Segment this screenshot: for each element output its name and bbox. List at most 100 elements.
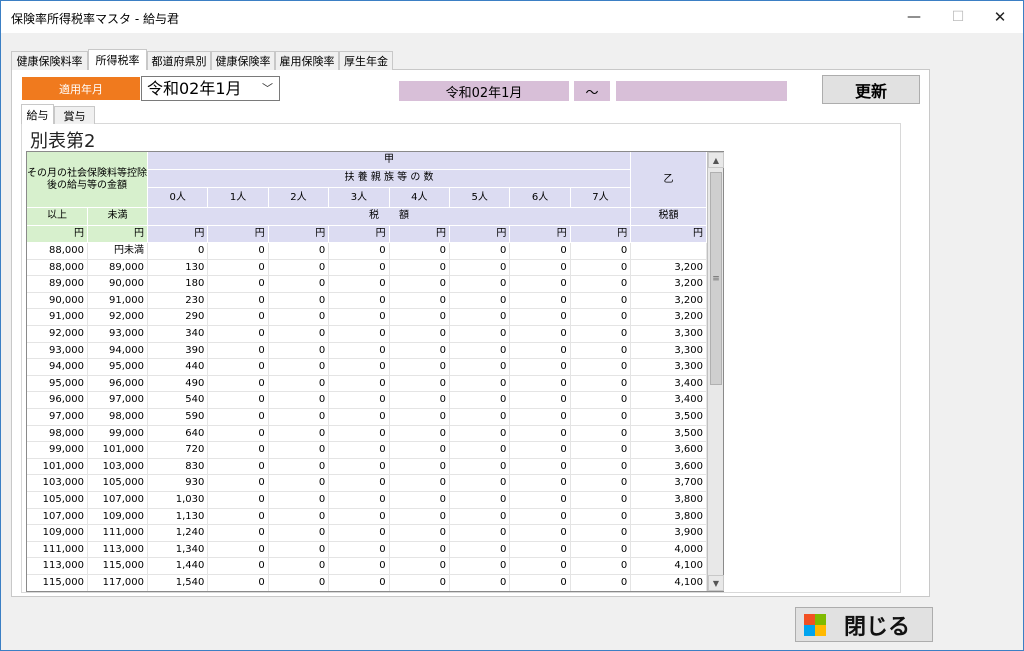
- table-cell[interactable]: 0: [570, 409, 632, 426]
- table-cell[interactable]: 0: [389, 276, 450, 293]
- table-cell[interactable]: 0: [450, 558, 511, 575]
- table-cell[interactable]: 95,000: [88, 359, 148, 376]
- table-cell[interactable]: 97,000: [88, 392, 148, 409]
- table-cell[interactable]: 0: [389, 475, 450, 492]
- table-cell[interactable]: 0: [570, 359, 632, 376]
- table-cell[interactable]: 4,100: [631, 575, 707, 591]
- table-cell[interactable]: 88,000: [27, 243, 88, 260]
- table-cell[interactable]: 90,000: [27, 292, 88, 310]
- table-cell[interactable]: 0: [329, 309, 390, 326]
- table-cell[interactable]: 0: [208, 508, 269, 526]
- table-cell[interactable]: 0: [570, 309, 632, 326]
- table-cell[interactable]: 0: [329, 541, 390, 559]
- table-cell[interactable]: 0: [208, 392, 269, 409]
- table-cell[interactable]: 0: [450, 458, 511, 476]
- table-cell[interactable]: 0: [208, 243, 269, 260]
- tab-kenko-hokenryoritsu[interactable]: 健康保険料率: [11, 51, 88, 70]
- table-cell[interactable]: 3,700: [631, 475, 707, 492]
- table-cell[interactable]: 0: [570, 442, 632, 459]
- table-cell[interactable]: 0: [389, 309, 450, 326]
- table-cell[interactable]: 0: [208, 276, 269, 293]
- table-cell[interactable]: 540: [148, 392, 209, 409]
- table-cell[interactable]: 92,000: [27, 326, 88, 343]
- table-cell[interactable]: 0: [570, 575, 632, 591]
- table-cell[interactable]: 0: [450, 359, 511, 376]
- table-cell[interactable]: 0: [570, 492, 632, 509]
- table-cell[interactable]: 109,000: [88, 508, 148, 526]
- table-cell[interactable]: 107,000: [27, 508, 88, 526]
- table-cell[interactable]: 0: [450, 243, 511, 260]
- table-cell[interactable]: 1,130: [148, 508, 209, 526]
- table-cell[interactable]: 3,600: [631, 458, 707, 476]
- table-cell[interactable]: 3,800: [631, 508, 707, 526]
- table-cell[interactable]: 0: [450, 409, 511, 426]
- table-cell[interactable]: 0: [450, 392, 511, 409]
- table-cell[interactable]: 0: [268, 375, 330, 393]
- table-cell[interactable]: 96,000: [27, 392, 88, 409]
- table-cell[interactable]: 0: [329, 392, 390, 409]
- table-cell[interactable]: 0: [450, 442, 511, 459]
- table-cell[interactable]: 0: [570, 475, 632, 492]
- table-cell[interactable]: 0: [329, 292, 390, 310]
- table-cell[interactable]: 0: [570, 425, 632, 443]
- table-cell[interactable]: 3,200: [631, 276, 707, 293]
- table-cell[interactable]: 3,300: [631, 326, 707, 343]
- table-cell[interactable]: 115,000: [27, 575, 88, 591]
- table-cell[interactable]: 0: [510, 276, 571, 293]
- table-cell[interactable]: 93,000: [27, 342, 88, 360]
- maximize-button[interactable]: ☐: [935, 1, 981, 33]
- table-cell[interactable]: 720: [148, 442, 209, 459]
- table-cell[interactable]: 105,000: [27, 492, 88, 509]
- table-cell[interactable]: 3,300: [631, 359, 707, 376]
- table-cell[interactable]: 0: [389, 359, 450, 376]
- table-cell[interactable]: 0: [510, 392, 571, 409]
- table-cell[interactable]: 0: [268, 409, 330, 426]
- table-cell[interactable]: 0: [268, 575, 330, 591]
- table-cell[interactable]: 0: [570, 276, 632, 293]
- table-cell[interactable]: 0: [268, 525, 330, 542]
- subtab-kyuyo[interactable]: 給与: [21, 104, 54, 124]
- table-cell[interactable]: 0: [268, 259, 330, 277]
- table-cell[interactable]: 0: [329, 475, 390, 492]
- tab-shotokuzeiritsu[interactable]: 所得税率: [88, 49, 147, 70]
- table-cell[interactable]: 0: [329, 326, 390, 343]
- table-cell[interactable]: 0: [329, 259, 390, 277]
- table-cell[interactable]: 0: [570, 375, 632, 393]
- table-cell[interactable]: 98,000: [88, 409, 148, 426]
- table-cell[interactable]: 4,000: [631, 541, 707, 559]
- table-cell[interactable]: 0: [510, 575, 571, 591]
- table-cell[interactable]: 490: [148, 375, 209, 393]
- table-cell[interactable]: 1,240: [148, 525, 209, 542]
- table-cell[interactable]: 0: [268, 492, 330, 509]
- table-cell[interactable]: 640: [148, 425, 209, 443]
- table-cell[interactable]: 0: [208, 475, 269, 492]
- table-cell[interactable]: 0: [510, 525, 571, 542]
- table-cell[interactable]: 92,000: [88, 309, 148, 326]
- table-cell[interactable]: 0: [329, 458, 390, 476]
- table-cell[interactable]: 0: [510, 309, 571, 326]
- table-cell[interactable]: 0: [208, 375, 269, 393]
- table-cell[interactable]: 0: [329, 409, 390, 426]
- table-cell[interactable]: 105,000: [88, 475, 148, 492]
- table-cell[interactable]: 0: [570, 508, 632, 526]
- close-button[interactable]: 閉じる: [795, 607, 933, 642]
- table-cell[interactable]: 円未満: [88, 243, 148, 260]
- table-cell[interactable]: 0: [208, 541, 269, 559]
- table-cell[interactable]: 3,500: [631, 409, 707, 426]
- table-cell[interactable]: 3,200: [631, 292, 707, 310]
- table-cell[interactable]: 96,000: [88, 375, 148, 393]
- tax-table[interactable]: その月の社会保険料等控除後の給与等の金額 甲 扶 養 親 族 等 の 数 乙 0…: [26, 151, 724, 592]
- table-cell[interactable]: 0: [389, 442, 450, 459]
- table-cell[interactable]: 0: [510, 342, 571, 360]
- table-cell[interactable]: 98,000: [27, 425, 88, 443]
- table-cell[interactable]: 0: [389, 541, 450, 559]
- table-cell[interactable]: 0: [510, 409, 571, 426]
- table-cell[interactable]: 101,000: [88, 442, 148, 459]
- table-cell[interactable]: 0: [450, 342, 511, 360]
- table-cell[interactable]: 0: [268, 292, 330, 310]
- tab-koyo-hokenritsu[interactable]: 雇用保険率: [275, 51, 339, 70]
- table-cell[interactable]: 0: [450, 292, 511, 310]
- table-cell[interactable]: 0: [208, 492, 269, 509]
- table-cell[interactable]: 89,000: [88, 259, 148, 277]
- table-cell[interactable]: 90,000: [88, 276, 148, 293]
